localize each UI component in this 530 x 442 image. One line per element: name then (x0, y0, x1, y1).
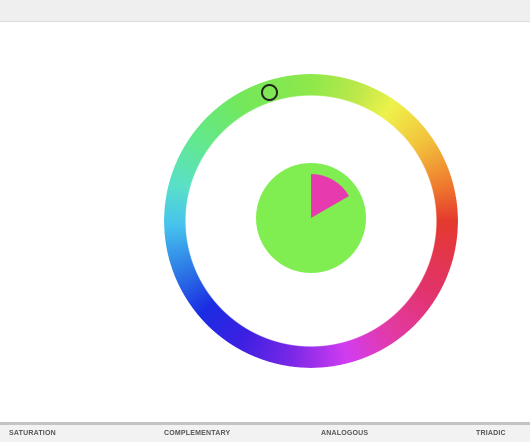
tab-triadic[interactable]: TRIADIC (476, 430, 506, 437)
color-preview (256, 163, 366, 273)
top-toolbar (0, 0, 530, 22)
tab-saturation[interactable]: SATURATION (9, 430, 56, 437)
scheme-tab-bar: SATURATION COMPLEMENTARY ANALOGOUS TRIAD… (0, 422, 530, 442)
color-wheel-canvas (0, 22, 530, 422)
tab-complementary[interactable]: COMPLEMENTARY (164, 430, 230, 437)
tab-analogous[interactable]: ANALOGOUS (321, 430, 368, 437)
